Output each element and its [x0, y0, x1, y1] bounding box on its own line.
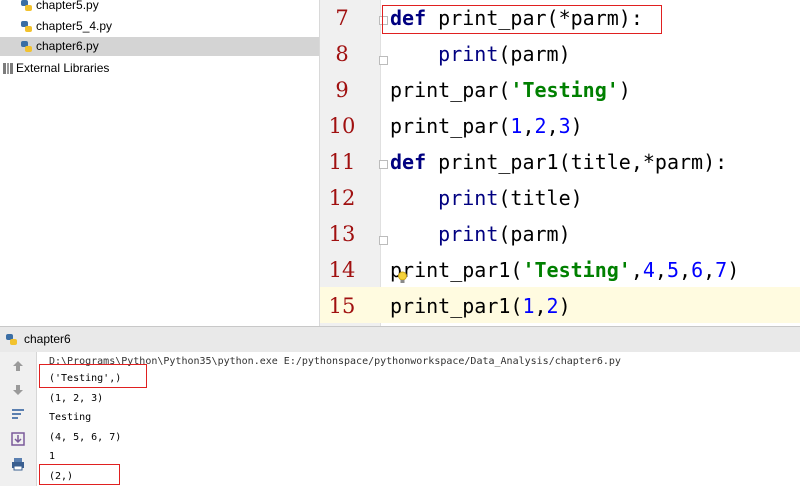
code-token: (title) [498, 186, 583, 210]
tree-item-label: chapter6.py [36, 39, 99, 53]
fold-marker-icon[interactable] [379, 56, 388, 65]
line-number: 13 [328, 222, 356, 246]
console-output[interactable] [37, 352, 800, 486]
tree-item-label: chapter5.py [36, 0, 99, 12]
code-token: , [630, 258, 643, 282]
code-token: 6 [691, 258, 704, 282]
code-token: , [654, 258, 667, 282]
code-token: print_par1(title,*parm): [426, 150, 728, 174]
code-token: 1 [522, 294, 535, 318]
code-line: print_par('Testing') [390, 72, 631, 108]
library-icon [3, 63, 13, 74]
highlight-box-def [382, 5, 662, 34]
run-tab-title[interactable]: chapter6 [24, 327, 71, 352]
python-file-icon [21, 41, 32, 52]
code-line: print_par1(1,2) [390, 288, 571, 324]
code-token: 5 [666, 258, 680, 282]
line-number: 14 [328, 258, 356, 282]
scroll-down-icon[interactable] [10, 382, 26, 398]
run-panel-header: chapter6 [0, 326, 800, 353]
code-token: 1 [510, 114, 523, 138]
code-line: print_par1('Testing',4,5,6,7) [390, 252, 739, 288]
highlight-box-output-1 [39, 364, 147, 388]
line-number: 15 [328, 294, 356, 318]
code-token: ) [618, 78, 631, 102]
code-token: (parm) [498, 222, 571, 246]
code-line: def print_par1(title,*parm): [390, 144, 727, 180]
line-number: 7 [335, 6, 349, 30]
fold-marker-icon[interactable] [379, 160, 388, 169]
soft-wrap-icon[interactable] [10, 406, 26, 422]
code-token: print_par1( [390, 258, 523, 282]
tree-item-label: External Libraries [16, 61, 110, 75]
tree-item-external-libraries[interactable]: External Libraries [0, 59, 319, 78]
line-number: 11 [328, 150, 356, 174]
code-token: , [679, 258, 692, 282]
tree-item-chapter6[interactable]: chapter6.py [0, 37, 319, 56]
line-number: 8 [335, 42, 349, 66]
project-tree: chapter5.py chapter5_4.py chapter6.py Ex… [0, 0, 320, 326]
python-run-icon [6, 334, 17, 345]
code-token: , [703, 258, 716, 282]
console-line: Testing [49, 412, 92, 423]
code-token: 3 [558, 114, 571, 138]
lightbulb-icon[interactable] [397, 271, 408, 284]
tree-item-chapter5[interactable]: chapter5.py [0, 0, 319, 15]
console-line: (4, 5, 6, 7) [49, 431, 122, 443]
code-line: print(title) [390, 180, 583, 216]
code-token: print [438, 222, 499, 246]
code-token: ) [570, 114, 583, 138]
console-line: (1, 2, 3) [49, 392, 104, 404]
code-token: 4 [642, 258, 655, 282]
scroll-to-end-icon[interactable] [10, 431, 26, 447]
code-token: ) [558, 294, 571, 318]
code-token: 2 [546, 294, 559, 318]
line-number: 10 [328, 114, 356, 138]
code-token: 2 [534, 114, 547, 138]
highlight-box-output-2 [39, 464, 120, 485]
tree-item-chapter5-4[interactable]: chapter5_4.py [0, 17, 319, 36]
code-token: print [438, 42, 499, 66]
scroll-up-icon[interactable] [10, 358, 26, 374]
code-token: print_par1( [390, 294, 523, 318]
fold-marker-icon[interactable] [379, 236, 388, 245]
code-token: 7 [715, 258, 728, 282]
code-token: print_par( [390, 78, 511, 102]
line-number: 12 [328, 186, 356, 210]
code-token: print [438, 186, 499, 210]
python-file-icon [21, 0, 32, 11]
code-line: print(parm) [390, 36, 571, 72]
run-toolbar [0, 352, 37, 486]
code-token: , [522, 114, 535, 138]
code-line: print_par(1,2,3) [390, 108, 583, 144]
code-token: 'Testing' [522, 258, 631, 282]
python-file-icon [21, 21, 32, 32]
code-token: 'Testing' [510, 78, 619, 102]
code-line: print(parm) [390, 216, 571, 252]
code-token: (parm) [498, 42, 571, 66]
code-token: print_par( [390, 114, 511, 138]
code-token: , [546, 114, 559, 138]
tree-item-label: chapter5_4.py [36, 19, 113, 33]
code-token: ) [727, 258, 740, 282]
line-number: 9 [335, 78, 349, 102]
code-token: def [390, 150, 427, 174]
code-token: , [534, 294, 547, 318]
print-icon[interactable] [10, 456, 26, 472]
